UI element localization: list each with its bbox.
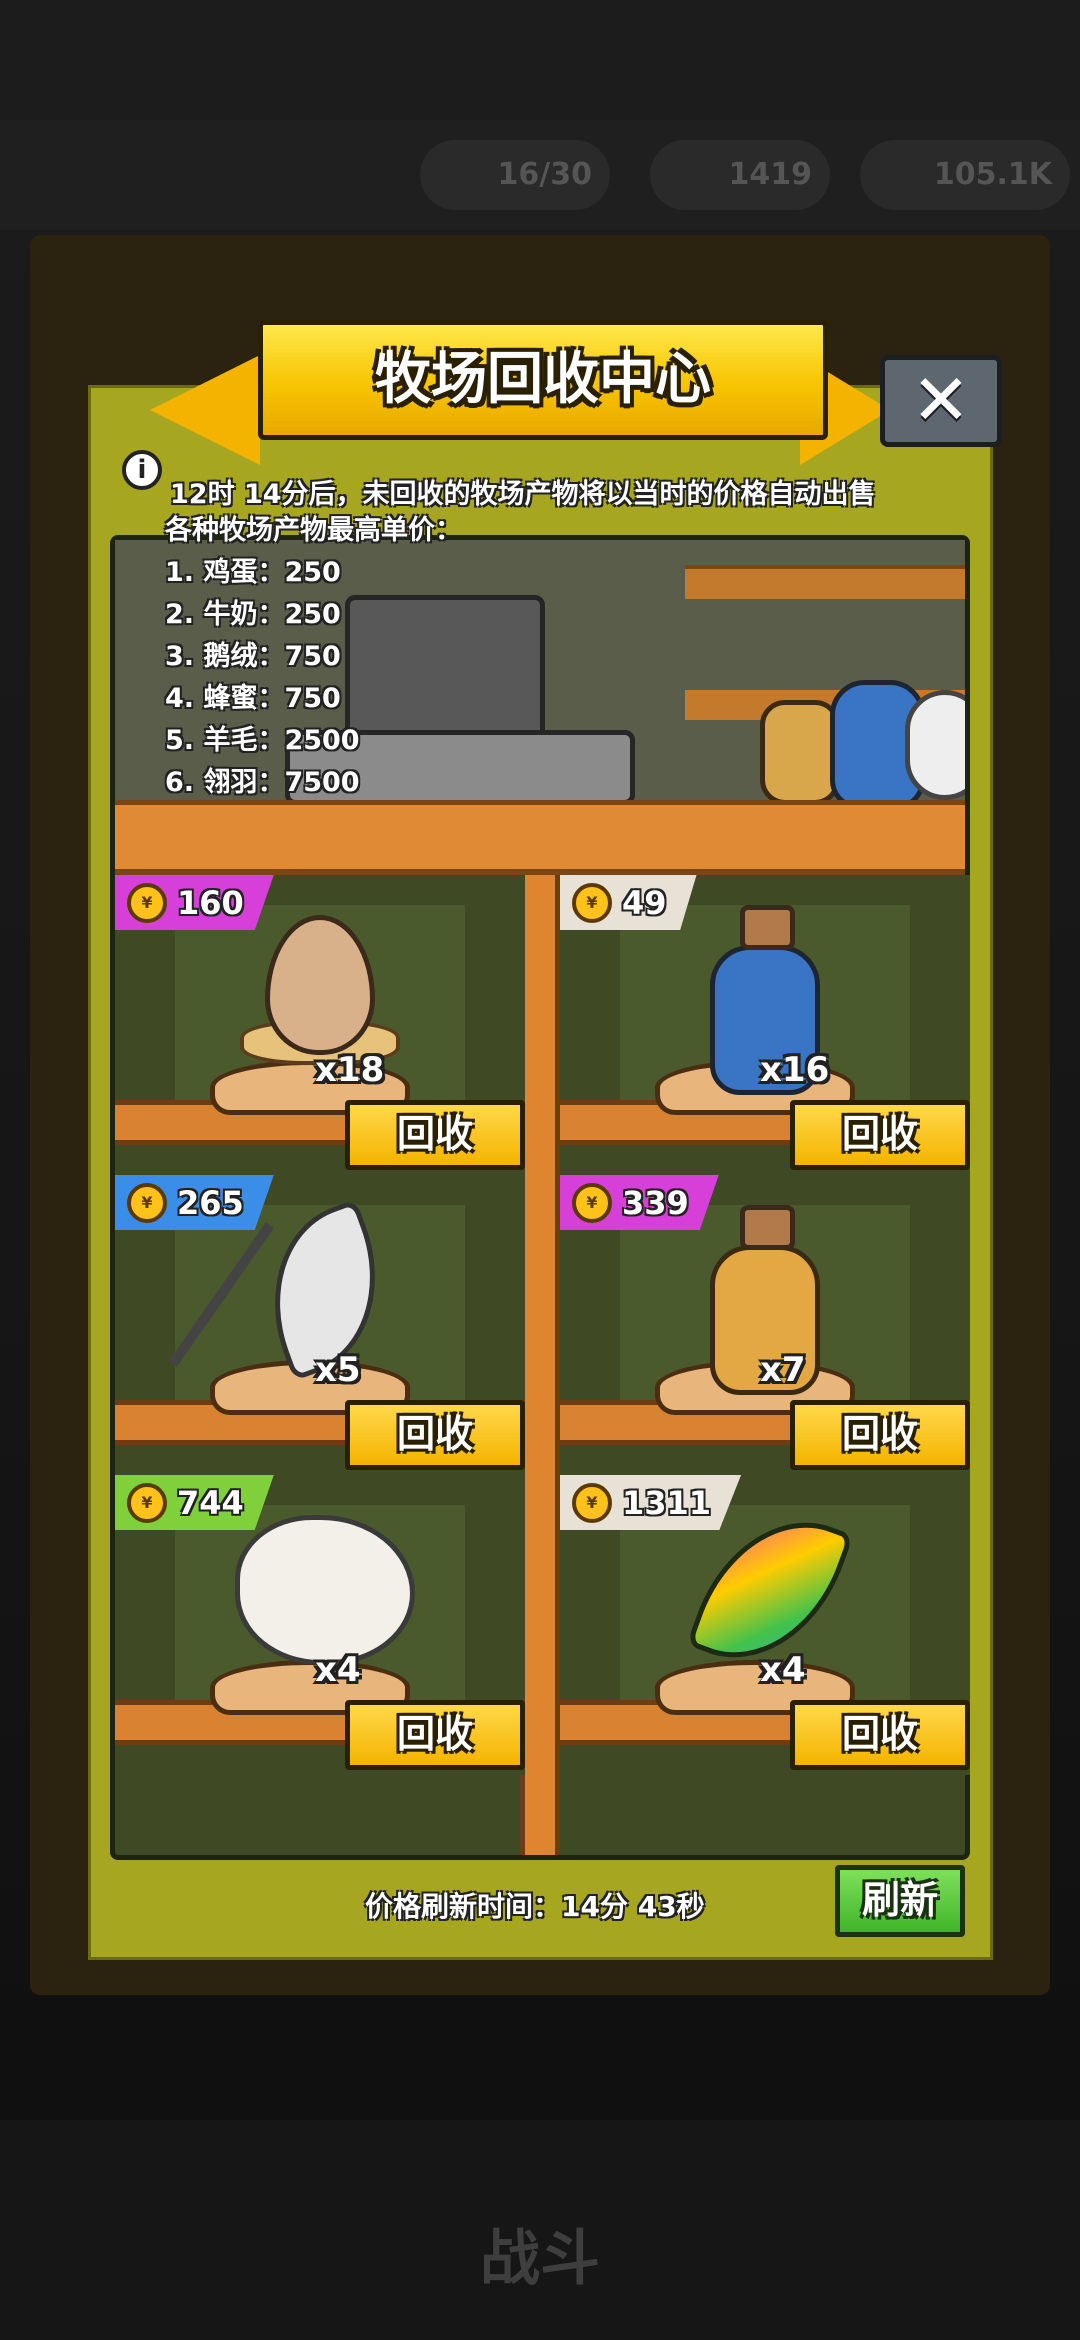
- title-banner: 牧场回收中心: [258, 320, 828, 440]
- banner-ribbon-left: [150, 355, 260, 465]
- shop-shelf: [685, 565, 965, 599]
- coin-icon: ¥: [572, 1182, 612, 1223]
- item-cell-peacock-feather: ¥ 1311 x4 回收: [560, 1475, 970, 1775]
- price-tag: ¥ 744: [115, 1475, 274, 1530]
- item-quantity: x5: [315, 1350, 361, 1390]
- shop-counter: [115, 800, 965, 875]
- item-cell-down-feather: ¥ 265 x5 回收: [115, 1175, 525, 1475]
- item-price: 49: [622, 883, 667, 922]
- wool-icon: [905, 690, 965, 800]
- item-cell-honey: ¥ 339 x7 回收: [560, 1175, 970, 1475]
- refresh-button[interactable]: 刷新: [835, 1865, 965, 1937]
- recycle-button[interactable]: 回收: [345, 1700, 525, 1770]
- bg-coins-display: 105.1K: [860, 140, 1070, 210]
- price-list-item: 3. 鹅绒：750: [165, 641, 341, 672]
- price-tag: ¥ 49: [560, 875, 697, 930]
- item-quantity: x18: [315, 1050, 385, 1090]
- info-icon[interactable]: i: [122, 450, 162, 490]
- recycle-button[interactable]: 回收: [790, 1100, 970, 1170]
- item-price: 744: [177, 1483, 244, 1522]
- price-list-item: 4. 蜂蜜：750: [165, 683, 341, 714]
- bg-currency-display: 1419: [650, 140, 830, 210]
- bg-battle-label: 战斗: [480, 2224, 600, 2294]
- price-list-title: 各种牧场产物最高单价：: [165, 515, 462, 546]
- auto-sell-notice: 12时 14分后，未回收的牧场产物将以当时的价格自动出售: [170, 479, 876, 510]
- dialog-title: 牧场回收中心: [375, 347, 711, 412]
- item-quantity: x16: [760, 1050, 830, 1090]
- item-price: 265: [177, 1183, 244, 1222]
- recycle-button[interactable]: 回收: [790, 1400, 970, 1470]
- close-icon: ✕: [911, 359, 971, 441]
- cash-register-icon: [345, 595, 545, 745]
- price-list-item: 5. 羊毛：2500: [165, 725, 360, 756]
- honey-jar-icon: [760, 700, 840, 805]
- cork-icon: [740, 905, 795, 950]
- cork-icon: [740, 1205, 795, 1250]
- price-refresh-timer: 价格刷新时间：14分 43秒: [365, 1890, 705, 1923]
- coin-icon: ¥: [127, 1182, 167, 1223]
- item-cell-milk: ¥ 49 x16 回收: [560, 875, 970, 1175]
- close-button[interactable]: ✕: [880, 355, 1002, 447]
- item-quantity: x4: [315, 1650, 361, 1690]
- item-quantity: x7: [760, 1350, 806, 1390]
- price-tag: ¥ 339: [560, 1175, 719, 1230]
- shelf-divider: [520, 875, 560, 1855]
- recycle-button[interactable]: 回收: [345, 1100, 525, 1170]
- recycle-button[interactable]: 回收: [790, 1700, 970, 1770]
- price-tag: ¥ 1311: [560, 1475, 742, 1530]
- bg-capacity-display: 16/30: [420, 140, 610, 210]
- coin-icon: ¥: [127, 1482, 167, 1523]
- price-list-item: 1. 鸡蛋：250: [165, 557, 341, 588]
- coin-icon: ¥: [127, 882, 167, 923]
- price-tag: ¥ 265: [115, 1175, 274, 1230]
- item-cell-wool: ¥ 744 x4 回收: [115, 1475, 525, 1775]
- price-list-item: 2. 牛奶：250: [165, 599, 341, 630]
- price-tag: ¥ 160: [115, 875, 274, 930]
- coin-icon: ¥: [572, 882, 612, 923]
- item-cell-egg: ¥ 160 x18 回收: [115, 875, 525, 1175]
- price-list-item: 6. 翎羽：7500: [165, 767, 360, 798]
- coin-icon: ¥: [572, 1482, 612, 1523]
- item-quantity: x4: [760, 1650, 806, 1690]
- item-price: 160: [177, 883, 244, 922]
- recycle-button[interactable]: 回收: [345, 1400, 525, 1470]
- item-price: 1311: [622, 1483, 712, 1522]
- item-price: 339: [622, 1183, 689, 1222]
